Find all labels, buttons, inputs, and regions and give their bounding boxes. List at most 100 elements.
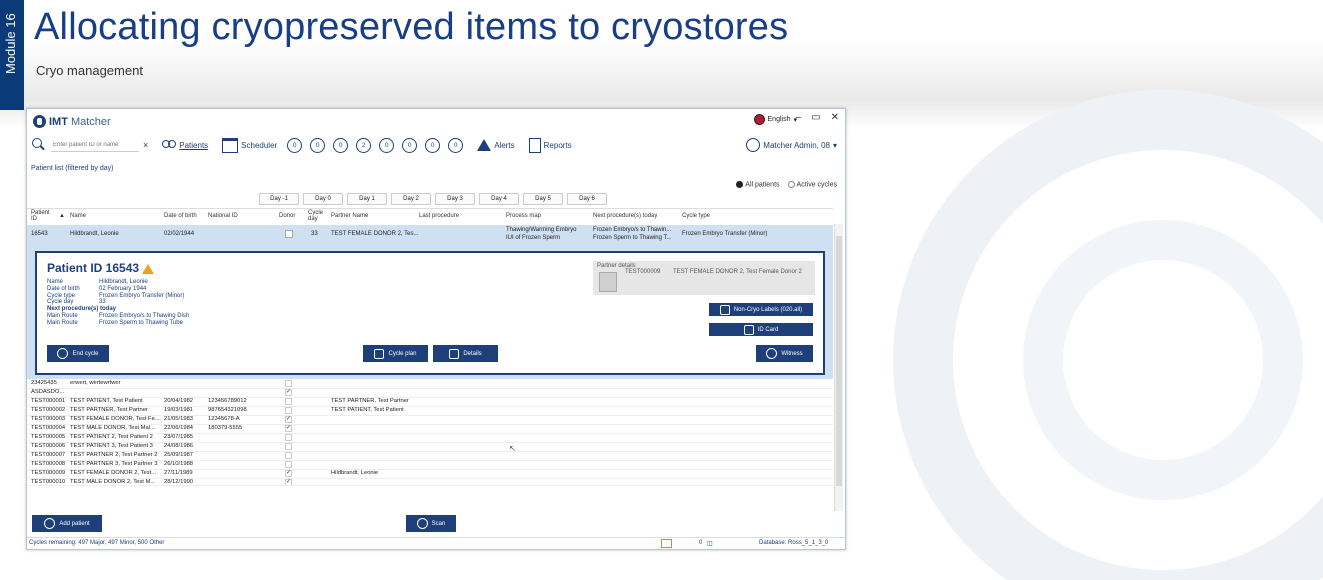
sort-asc-icon: ▲ <box>59 213 65 219</box>
donor-checkbox[interactable]: ✓ <box>285 479 292 485</box>
cell-next-1: Frozen Embryo/s to Thawin... <box>593 227 672 233</box>
col-name[interactable]: Name <box>70 213 86 219</box>
counter-7[interactable]: 0 <box>425 137 441 153</box>
donor-checkbox[interactable] <box>285 434 292 441</box>
scheduler-button[interactable]: Scheduler <box>222 137 277 153</box>
status-bar: Cycles remaining: 497 Major, 497 Minor, … <box>27 537 845 550</box>
report-icon <box>528 137 541 153</box>
cycle-plan-button[interactable]: Cycle plan <box>363 345 428 362</box>
col-next-procedure[interactable]: Next procedure(s) today <box>593 213 657 219</box>
details-button[interactable]: Details <box>433 345 498 362</box>
reports-button[interactable]: Reports <box>528 137 572 153</box>
logo-bold: IMT <box>49 115 68 128</box>
table-scrollbar[interactable] <box>834 224 843 511</box>
patients-button[interactable]: Patients <box>162 140 208 150</box>
user-avatar-icon <box>746 138 761 152</box>
radio-active-cycles[interactable]: Active cycles <box>787 181 837 188</box>
slide-title: Allocating cryopreserved items to cryost… <box>34 6 789 48</box>
end-cycle-icon <box>57 348 69 359</box>
day-button[interactable]: Day 0 <box>303 193 343 205</box>
col-national-id[interactable]: National ID <box>208 213 238 219</box>
donor-checkbox[interactable]: ✓ <box>285 389 292 396</box>
counter-4[interactable]: 2 <box>356 137 372 153</box>
user-menu[interactable]: Matcher Admin, 08 ▾ <box>746 138 837 152</box>
cell-cycle-type: Frozen Embryo Transfer (Minor) <box>682 231 768 237</box>
table-row[interactable]: TEST000010 TEST MALE DONOR 2, Test M... 28… <box>27 478 833 486</box>
counter-1[interactable]: 0 <box>287 137 303 153</box>
donor-checkbox[interactable] <box>285 230 293 238</box>
day-button[interactable]: Day 3 <box>435 193 475 205</box>
logo-name: Matcher <box>70 115 111 128</box>
counter-8[interactable]: 0 <box>448 137 464 153</box>
col-cycle-day[interactable]: Cycle day <box>308 210 323 222</box>
id-card-button[interactable]: ID Card <box>709 323 813 336</box>
donor-checkbox[interactable]: ✓ <box>285 425 292 432</box>
non-cryo-labels-button[interactable]: Non-Cryo Labels (020.all) <box>709 303 813 316</box>
detail-cycle-day: 33 <box>99 299 106 306</box>
counter-2[interactable]: 0 <box>310 137 326 153</box>
add-patient-button[interactable]: Add patient <box>32 515 102 532</box>
table-row-selected[interactable]: 16543 Hildbrandt, Leonie 02/02/1944 33 T… <box>27 225 833 245</box>
donor-checkbox[interactable] <box>285 398 292 405</box>
partner-avatar <box>599 272 617 292</box>
close-button[interactable]: ✕ <box>831 112 839 123</box>
clear-search-icon[interactable]: × <box>143 140 148 150</box>
donor-checkbox[interactable]: ✓ <box>285 470 292 477</box>
alerts-button[interactable]: Alerts <box>477 139 515 151</box>
detail-route-1: Frozen Embryo/s to Thawing Dish <box>99 312 190 319</box>
filter-radios: All patients Active cycles <box>736 181 837 188</box>
cell-process-map-2: IUI of Frozen Sperm <box>506 235 561 241</box>
col-process-map[interactable]: Process map <box>506 213 541 219</box>
donor-checkbox[interactable] <box>285 461 292 468</box>
calendar-icon <box>222 137 239 153</box>
clipboard-icon <box>374 348 385 359</box>
day-button[interactable]: Day -1 <box>259 193 299 205</box>
counter-6[interactable]: 0 <box>402 137 418 153</box>
col-patient-id[interactable]: Patient ID <box>31 210 53 222</box>
status-count: 0 <box>699 540 703 546</box>
partner-name: TEST FEMALE DONOR 2, Test Female Donor 2 <box>673 269 802 275</box>
patients-icon <box>162 140 177 150</box>
mouse-cursor-icon: ↖ <box>509 444 516 453</box>
cycles-remaining: Cycles remaining: 497 Major, 497 Minor, … <box>29 540 165 546</box>
day-button[interactable]: Day 6 <box>567 193 607 205</box>
language-selector[interactable]: English ▾ <box>753 114 797 125</box>
day-button[interactable]: Day 4 <box>479 193 519 205</box>
scrollbar-thumb[interactable] <box>836 236 842 486</box>
alerts-label: Alerts <box>494 140 515 150</box>
donor-checkbox[interactable] <box>285 452 292 459</box>
counter-3[interactable]: 0 <box>333 137 349 153</box>
patient-detail-card: Patient ID 16543 Name Hildbrandt, Leonie … <box>35 251 825 375</box>
cell-cycle-day: 33 <box>311 231 318 237</box>
witness-button[interactable]: Witness <box>756 345 813 362</box>
details-icon <box>449 348 460 359</box>
col-donor[interactable]: Donor <box>279 213 295 219</box>
radio-all-patients[interactable]: All patients <box>736 181 780 188</box>
day-button[interactable]: Day 1 <box>347 193 387 205</box>
cell-id: 16543 <box>31 231 48 237</box>
col-cycle-type[interactable]: Cycle type <box>682 213 710 219</box>
patient-list-label: Patient list (filtered by day) <box>31 165 114 172</box>
window-controls: – ▭ ✕ <box>796 112 839 123</box>
day-button[interactable]: Day 2 <box>391 193 431 205</box>
maximize-button[interactable]: ▭ <box>811 112 820 123</box>
day-button[interactable]: Day 5 <box>523 193 563 205</box>
donor-checkbox[interactable]: ✓ <box>285 416 292 423</box>
counter-5[interactable]: 0 <box>379 137 395 153</box>
scan-button[interactable]: Scan <box>406 515 456 532</box>
donor-checkbox[interactable] <box>285 407 292 414</box>
col-dob[interactable]: Date of birth <box>164 213 197 219</box>
scan-status-icon: ◫ <box>707 541 713 547</box>
donor-checkbox[interactable] <box>285 443 292 450</box>
minimize-button[interactable]: – <box>796 112 802 123</box>
col-last-procedure[interactable]: Last procedure <box>419 213 459 219</box>
donor-checkbox[interactable] <box>285 380 292 387</box>
search-input[interactable] <box>51 138 139 152</box>
col-partner-name[interactable]: Partner Name <box>331 213 368 219</box>
patients-label: Patients <box>179 140 209 150</box>
search-icon[interactable] <box>32 138 46 152</box>
end-cycle-button[interactable]: End cycle <box>47 345 109 362</box>
cell-dob: 02/02/1944 <box>164 231 195 237</box>
folder-icon[interactable] <box>661 539 672 548</box>
imt-logo-icon <box>33 115 46 128</box>
